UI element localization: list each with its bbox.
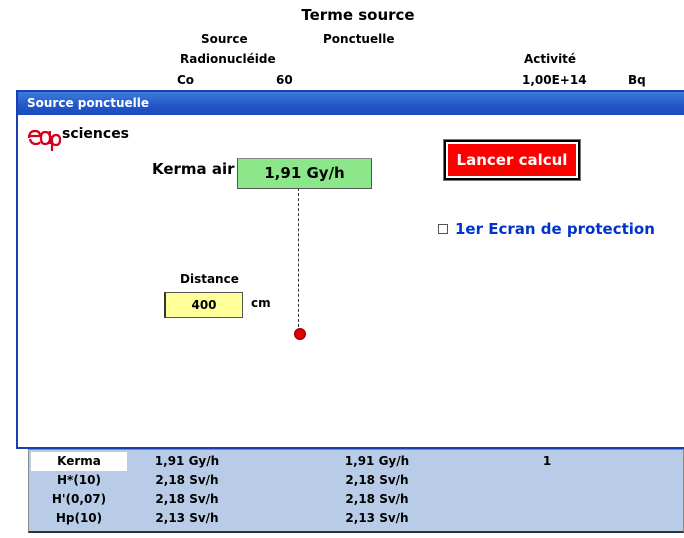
element-value: Co: [177, 73, 195, 87]
distance-dashed-line: [298, 188, 299, 327]
value-cell[interactable]: 2,18 Sv/h: [317, 490, 437, 509]
distance-unit: cm: [251, 296, 271, 310]
results-table: Kerma 1,91 Gy/h 1,91 Gy/h 1 H*(10) 2,18 …: [28, 449, 684, 533]
row-label-cell[interactable]: H*(10): [31, 471, 127, 490]
value-cell[interactable]: 2,18 Sv/h: [317, 471, 437, 490]
source-point-marker: [294, 328, 306, 340]
value-cell[interactable]: 2,18 Sv/h: [127, 471, 247, 490]
value-cell[interactable]: 2,18 Sv/h: [127, 490, 247, 509]
distance-label: Distance: [180, 272, 239, 286]
launch-calculation-button[interactable]: Lancer calcul: [443, 139, 581, 181]
source-label: Source: [201, 32, 248, 46]
table-row: H*(10) 2,18 Sv/h 2,18 Sv/h: [29, 471, 683, 490]
value-cell[interactable]: 1: [487, 452, 607, 471]
radionuclide-label: Radionucléide: [180, 52, 276, 66]
source-value: Ponctuelle: [323, 32, 395, 46]
kerma-air-label: Kerma air: [152, 160, 235, 178]
protection-screen-option[interactable]: 1er Ecran de protection: [438, 220, 655, 238]
table-row: Hp(10) 2,13 Sv/h 2,13 Sv/h: [29, 509, 683, 528]
dialog-titlebar[interactable]: Source ponctuelle: [18, 92, 684, 115]
activity-value: 1,00E+14: [522, 73, 587, 87]
value-cell[interactable]: 2,13 Sv/h: [317, 509, 437, 528]
row-label-cell[interactable]: Kerma: [31, 452, 127, 471]
value-cell[interactable]: 1,91 Gy/h: [127, 452, 247, 471]
distance-input[interactable]: 400: [164, 292, 243, 318]
activity-label: Activité: [524, 52, 577, 66]
kerma-air-value: 1,91 Gy/h: [237, 158, 372, 189]
edp-logo-icon: [27, 129, 62, 151]
source-ponctuelle-dialog: Source ponctuelle sciences Kerma air 1,9…: [16, 90, 684, 449]
edp-sciences-logo: sciences: [26, 124, 129, 152]
value-cell[interactable]: 1,91 Gy/h: [317, 452, 437, 471]
table-row: H'(0,07) 2,18 Sv/h 2,18 Sv/h: [29, 490, 683, 509]
protection-screen-label[interactable]: 1er Ecran de protection: [455, 220, 655, 238]
row-label-cell[interactable]: H'(0,07): [31, 490, 127, 509]
protection-screen-checkbox[interactable]: [438, 224, 448, 234]
row-label-cell[interactable]: Hp(10): [31, 509, 127, 528]
mass-number-value: 60: [276, 73, 293, 87]
logo-text: sciences: [62, 126, 130, 142]
value-cell[interactable]: 2,13 Sv/h: [127, 509, 247, 528]
sheet-title: Terme source: [301, 6, 415, 24]
table-row: Kerma 1,91 Gy/h 1,91 Gy/h 1: [29, 452, 683, 471]
activity-unit: Bq: [628, 73, 646, 87]
